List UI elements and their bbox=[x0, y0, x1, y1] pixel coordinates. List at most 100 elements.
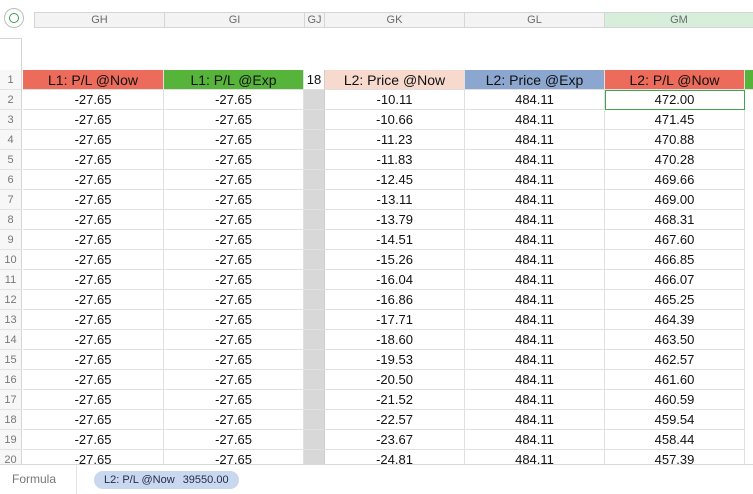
data-cell[interactable] bbox=[304, 130, 325, 150]
data-cell[interactable] bbox=[304, 410, 325, 430]
column-letter-gj[interactable]: GJ bbox=[304, 12, 324, 28]
data-cell[interactable]: -27.65 bbox=[23, 270, 164, 290]
data-cell[interactable]: 484.11 bbox=[465, 110, 605, 130]
data-cell[interactable]: -13.79 bbox=[325, 210, 465, 230]
data-cell[interactable]: -27.65 bbox=[23, 210, 164, 230]
data-cell[interactable]: -16.86 bbox=[325, 290, 465, 310]
column-letter-gh[interactable]: GH bbox=[34, 12, 164, 28]
data-cell[interactable] bbox=[304, 290, 325, 310]
row-number[interactable]: 6 bbox=[0, 170, 22, 190]
data-cell[interactable]: 484.11 bbox=[465, 310, 605, 330]
data-cell[interactable] bbox=[304, 450, 325, 464]
data-cell[interactable]: 469.00 bbox=[605, 190, 745, 210]
data-cell[interactable]: -27.65 bbox=[23, 410, 164, 430]
data-cell[interactable]: -27.65 bbox=[23, 90, 164, 110]
data-cell[interactable]: -27.65 bbox=[23, 130, 164, 150]
data-cell[interactable]: -14.51 bbox=[325, 230, 465, 250]
header-cell[interactable]: L1: P/L @Exp bbox=[164, 70, 304, 90]
data-cell[interactable] bbox=[304, 390, 325, 410]
data-cell[interactable]: -27.65 bbox=[23, 430, 164, 450]
data-cell[interactable]: 457.39 bbox=[605, 450, 745, 464]
data-cell[interactable]: -27.65 bbox=[23, 450, 164, 464]
header-cell[interactable]: 18 bbox=[304, 70, 325, 90]
data-cell[interactable]: -23.67 bbox=[325, 430, 465, 450]
data-cell[interactable]: -15.26 bbox=[325, 250, 465, 270]
data-cell[interactable]: -27.65 bbox=[164, 210, 304, 230]
selected-cell[interactable]: 472.00 bbox=[605, 90, 745, 110]
data-cell[interactable]: -22.57 bbox=[325, 410, 465, 430]
data-cell[interactable]: -27.65 bbox=[23, 230, 164, 250]
row-number[interactable]: 19 bbox=[0, 430, 22, 450]
data-cell[interactable] bbox=[304, 430, 325, 450]
data-cell[interactable] bbox=[304, 270, 325, 290]
data-cell[interactable]: -27.65 bbox=[164, 350, 304, 370]
data-cell[interactable]: 484.11 bbox=[465, 230, 605, 250]
data-cell[interactable] bbox=[304, 90, 325, 110]
row-number[interactable]: 9 bbox=[0, 230, 22, 250]
quick-calc-pill[interactable]: L2: P/L @Now 39550.00 bbox=[94, 471, 239, 489]
data-cell[interactable]: -17.71 bbox=[325, 310, 465, 330]
data-cell[interactable]: -27.65 bbox=[23, 390, 164, 410]
row-number[interactable]: 15 bbox=[0, 350, 22, 370]
data-cell[interactable]: 484.11 bbox=[465, 430, 605, 450]
data-cell[interactable]: -16.04 bbox=[325, 270, 465, 290]
data-cell[interactable]: -18.60 bbox=[325, 330, 465, 350]
data-cell[interactable]: -19.53 bbox=[325, 350, 465, 370]
data-cell[interactable]: 468.31 bbox=[605, 210, 745, 230]
select-all-icon[interactable] bbox=[4, 8, 24, 28]
data-cell[interactable]: 484.11 bbox=[465, 450, 605, 464]
data-cell[interactable]: 466.85 bbox=[605, 250, 745, 270]
data-cell[interactable] bbox=[304, 310, 325, 330]
data-cell[interactable]: 484.11 bbox=[465, 330, 605, 350]
data-cell[interactable]: -11.83 bbox=[325, 150, 465, 170]
data-cell[interactable]: -10.66 bbox=[325, 110, 465, 130]
data-cell[interactable]: 484.11 bbox=[465, 390, 605, 410]
data-cell[interactable]: 484.11 bbox=[465, 290, 605, 310]
data-cell[interactable]: 464.39 bbox=[605, 310, 745, 330]
row-number[interactable]: 2 bbox=[0, 90, 22, 110]
data-cell[interactable]: 484.11 bbox=[465, 210, 605, 230]
column-letter-gm[interactable]: GM bbox=[604, 12, 753, 28]
data-cell[interactable] bbox=[304, 250, 325, 270]
data-cell[interactable]: -27.65 bbox=[164, 250, 304, 270]
row-number[interactable]: 11 bbox=[0, 270, 22, 290]
data-cell[interactable]: 484.11 bbox=[465, 410, 605, 430]
data-cell[interactable]: 458.44 bbox=[605, 430, 745, 450]
formula-label[interactable]: Formula bbox=[12, 472, 56, 486]
data-cell[interactable] bbox=[304, 330, 325, 350]
data-cell[interactable]: -27.65 bbox=[164, 130, 304, 150]
data-cell[interactable]: -27.65 bbox=[164, 410, 304, 430]
data-cell[interactable]: -27.65 bbox=[164, 310, 304, 330]
row-number[interactable]: 7 bbox=[0, 190, 22, 210]
data-cell[interactable]: -27.65 bbox=[23, 290, 164, 310]
data-cell[interactable]: -24.81 bbox=[325, 450, 465, 464]
data-cell[interactable]: -27.65 bbox=[164, 170, 304, 190]
data-cell[interactable]: 465.25 bbox=[605, 290, 745, 310]
column-letter-gl[interactable]: GL bbox=[464, 12, 604, 28]
data-cell[interactable]: -27.65 bbox=[164, 230, 304, 250]
data-cell[interactable]: 484.11 bbox=[465, 190, 605, 210]
header-cell[interactable]: L2: Price @Exp bbox=[465, 70, 605, 90]
data-cell[interactable]: -27.65 bbox=[23, 190, 164, 210]
data-cell[interactable]: -21.52 bbox=[325, 390, 465, 410]
row-number[interactable]: 5 bbox=[0, 150, 22, 170]
data-cell[interactable]: -27.65 bbox=[164, 190, 304, 210]
data-cell[interactable]: -27.65 bbox=[23, 370, 164, 390]
column-letter-gk[interactable]: GK bbox=[324, 12, 464, 28]
data-cell[interactable]: -11.23 bbox=[325, 130, 465, 150]
header-cell[interactable]: L2: Price @Now bbox=[325, 70, 465, 90]
data-cell[interactable]: -27.65 bbox=[164, 270, 304, 290]
data-cell[interactable]: -27.65 bbox=[164, 430, 304, 450]
row-number[interactable]: 14 bbox=[0, 330, 22, 350]
data-cell[interactable]: 462.57 bbox=[605, 350, 745, 370]
row-number[interactable]: 10 bbox=[0, 250, 22, 270]
row-number[interactable]: 17 bbox=[0, 390, 22, 410]
data-cell[interactable]: -13.11 bbox=[325, 190, 465, 210]
data-cell[interactable]: 470.88 bbox=[605, 130, 745, 150]
data-cell[interactable]: 470.28 bbox=[605, 150, 745, 170]
data-cell[interactable]: 469.66 bbox=[605, 170, 745, 190]
row-number[interactable]: 18 bbox=[0, 410, 22, 430]
data-cell[interactable]: -10.11 bbox=[325, 90, 465, 110]
row-number[interactable]: 4 bbox=[0, 130, 22, 150]
data-cell[interactable]: -20.50 bbox=[325, 370, 465, 390]
